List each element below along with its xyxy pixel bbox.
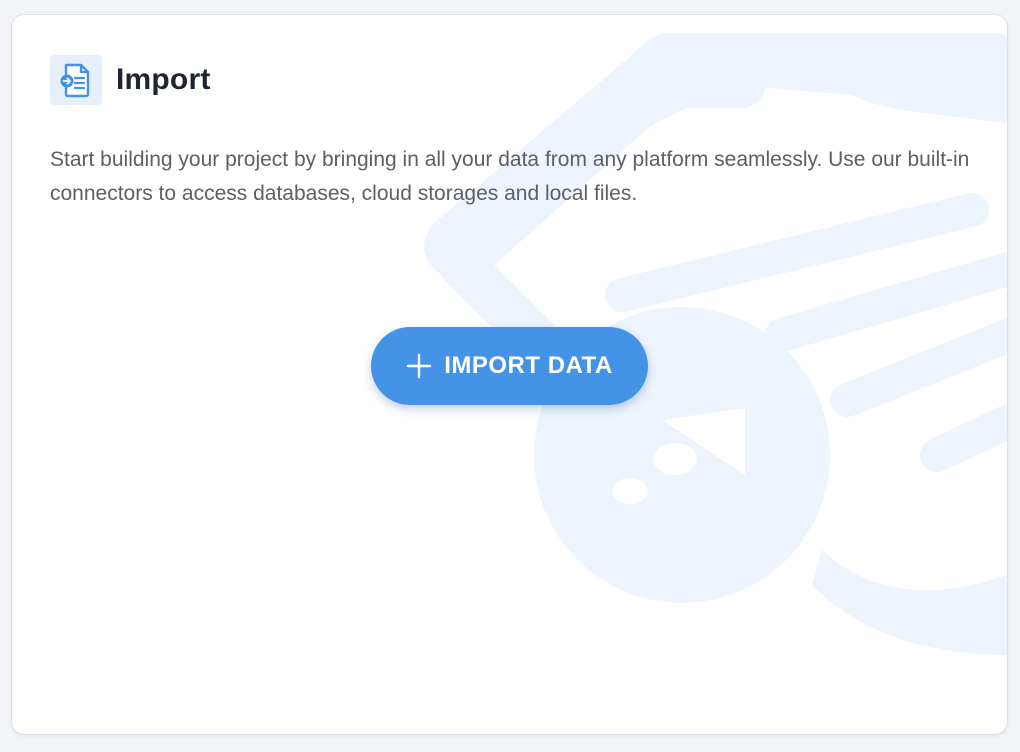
plus-icon [407, 353, 432, 379]
card-description: Start building your project by bringing … [50, 148, 970, 205]
import-document-icon [50, 55, 102, 105]
import-card: Import Start building your project by br… [12, 15, 1007, 734]
import-data-label: IMPORT DATA [444, 352, 613, 379]
card-title: Import [116, 63, 211, 96]
import-data-button[interactable]: IMPORT DATA [371, 327, 648, 405]
card-header: Import [50, 55, 211, 105]
